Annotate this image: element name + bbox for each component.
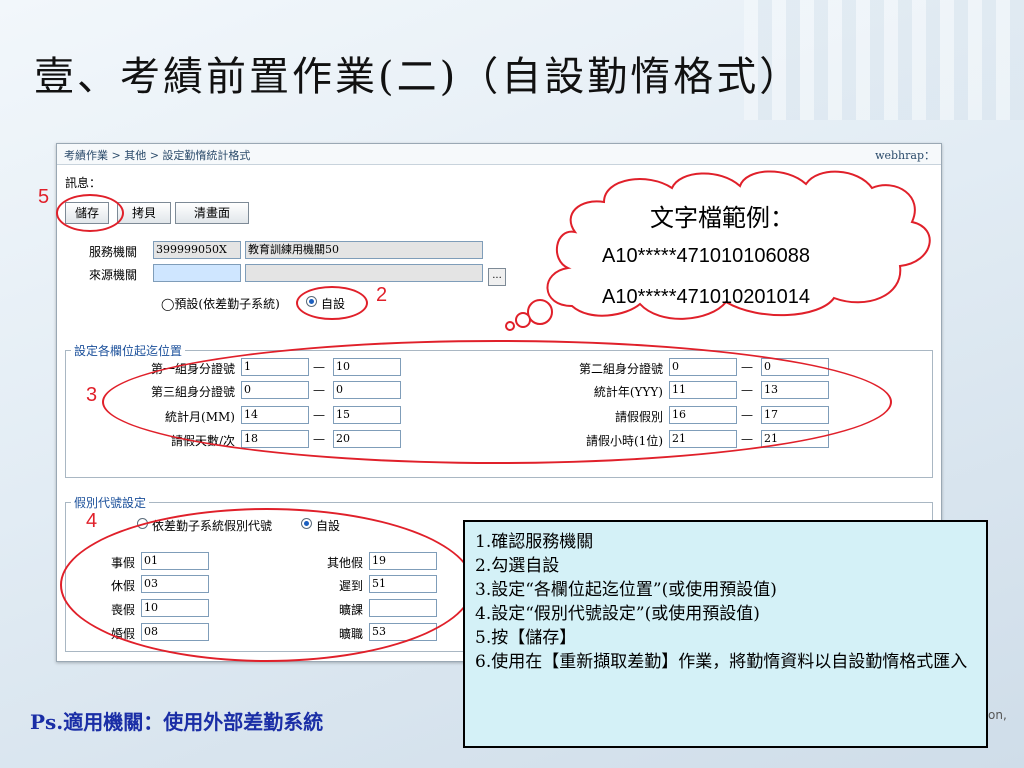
cloud-bubble-large	[527, 299, 553, 325]
instruction-item: 3.設定“各欄位起迄位置”(或使用預設值)	[475, 580, 777, 600]
cloud-sample-line-2: A10*****471010201014	[602, 286, 810, 308]
instruction-item: 1.確認服務機關	[475, 532, 594, 552]
instructions-box: 1.確認服務機關 2.勾選自設 3.設定“各欄位起迄位置”(或使用預設值) 4.…	[463, 520, 988, 748]
instruction-item: 6.使用在【重新擷取差勤】作業，將勤惰資料以自設勤惰格式匯入	[475, 652, 968, 672]
instruction-item: 4.設定“假別代號設定”(或使用預設值)	[475, 604, 760, 624]
footnote: Ps.適用機關：使用外部差勤系統	[30, 710, 324, 734]
instruction-item: 5.按【儲存】	[475, 628, 577, 648]
corner-text: on,	[988, 708, 1007, 722]
cloud-sample-line-1: A10*****471010106088	[602, 245, 810, 267]
cloud-title: 文字檔範例：	[650, 204, 794, 232]
cloud-bubble-medium	[515, 312, 531, 328]
cloud-bubble-small	[505, 321, 515, 331]
instruction-item: 2.勾選自設	[475, 556, 560, 576]
